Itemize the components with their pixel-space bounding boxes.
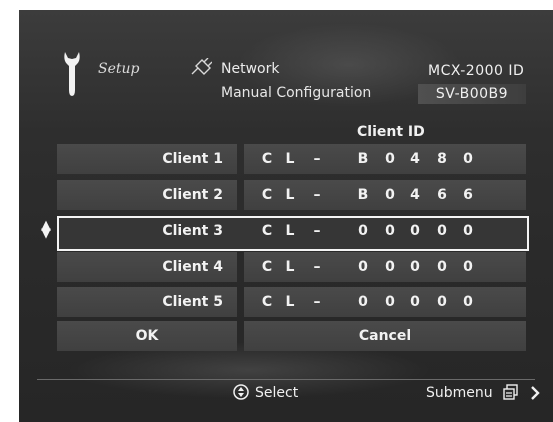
client-row-label[interactable]: Client 5 (57, 287, 237, 317)
client-id-char: 0 (463, 223, 473, 239)
client-row-label[interactable]: Client 2 (57, 180, 237, 210)
client-id-char: L (285, 151, 295, 167)
wrench-icon (64, 52, 80, 96)
client-id-char: 0 (385, 259, 395, 275)
client-id-char: L (285, 223, 295, 239)
client-id-char: 0 (463, 259, 473, 275)
footer-divider (37, 379, 535, 380)
client-id-char: 4 (410, 151, 420, 167)
client-id-char: C (261, 259, 273, 275)
client-id-char: 0 (437, 294, 447, 310)
client-id-char: C (261, 151, 273, 167)
submenu-icon (503, 384, 518, 400)
setup-label: Setup (98, 61, 140, 77)
client-id-char: 0 (463, 294, 473, 310)
ok-button[interactable]: OK (57, 321, 237, 351)
network-plug-icon (191, 58, 212, 75)
cancel-button[interactable]: Cancel (244, 321, 526, 351)
client-id-char: 0 (385, 187, 395, 203)
client-label: Client 4 (162, 259, 223, 275)
client-id-field[interactable]: C L –0 0 0 0 0 (244, 252, 526, 282)
client-id-char: L (285, 187, 295, 203)
client-id-char: 0 (410, 294, 420, 310)
client-id-char: – (313, 187, 321, 203)
client-id-char: C (261, 187, 273, 203)
model-id-label: MCX-2000 ID (428, 63, 525, 79)
client-id-char: 0 (358, 259, 368, 275)
client-id-field[interactable]: C L – B 0 4 8 0 (244, 144, 526, 174)
client-label: Client 2 (162, 187, 223, 203)
client-id-char: 0 (463, 151, 473, 167)
submenu-hint: Submenu (426, 384, 540, 401)
client-id-char: L (285, 259, 295, 275)
client-row-label[interactable]: Client 4 (57, 252, 237, 282)
select-hint-label: Select (255, 385, 299, 401)
client-id-char: 6 (463, 187, 473, 203)
client-id-char: L (285, 294, 295, 310)
client-row-label[interactable]: Client 1 (57, 144, 237, 174)
submenu-hint-label: Submenu (426, 385, 493, 401)
client-id-char: B (357, 187, 369, 203)
client-label: Client 1 (162, 151, 223, 167)
client-id-char: 0 (437, 223, 447, 239)
client-id-char: B (357, 151, 369, 167)
client-id-field[interactable]: C L –0 0 0 0 0 (244, 287, 526, 317)
client-id-char: 0 (358, 223, 368, 239)
client-id-char: 0 (385, 151, 395, 167)
client-id-char: – (313, 223, 321, 239)
select-hint: Select (233, 384, 298, 401)
client-id-char: C (261, 223, 273, 239)
client-id-char: – (313, 294, 321, 310)
client-id-char: 6 (437, 187, 447, 203)
setup-screen: Setup Network Manual Configuration MCX-2… (19, 10, 553, 422)
client-id-char: – (313, 259, 321, 275)
up-down-arrow-icon: ▲ ▼ (41, 218, 51, 241)
network-label: Network (221, 61, 280, 77)
client-id-char: 8 (437, 151, 447, 167)
dpad-icon (233, 384, 249, 400)
client-id-char: 0 (410, 223, 420, 239)
client-id-char: – (313, 151, 321, 167)
client-id-char: 0 (385, 294, 395, 310)
client-id-char: C (261, 294, 273, 310)
client-id-char: 0 (385, 223, 395, 239)
client-id-column-title: Client ID (357, 124, 425, 140)
client-row-label[interactable]: Client 3 (57, 216, 237, 246)
client-id-char: 0 (358, 294, 368, 310)
client-id-field[interactable]: C L – B 0 4 6 6 (244, 180, 526, 210)
client-label: Client 5 (162, 294, 223, 310)
chevron-right-icon (530, 386, 540, 400)
device-id-value: SV-B00B9 (418, 84, 526, 104)
client-id-char: 0 (410, 259, 420, 275)
client-id-field[interactable]: C L –0 0 0 0 0 (244, 216, 526, 246)
client-id-char: 0 (437, 259, 447, 275)
page-subtitle: Manual Configuration (221, 85, 372, 101)
client-label: Client 3 (162, 223, 223, 239)
client-id-char: 4 (410, 187, 420, 203)
